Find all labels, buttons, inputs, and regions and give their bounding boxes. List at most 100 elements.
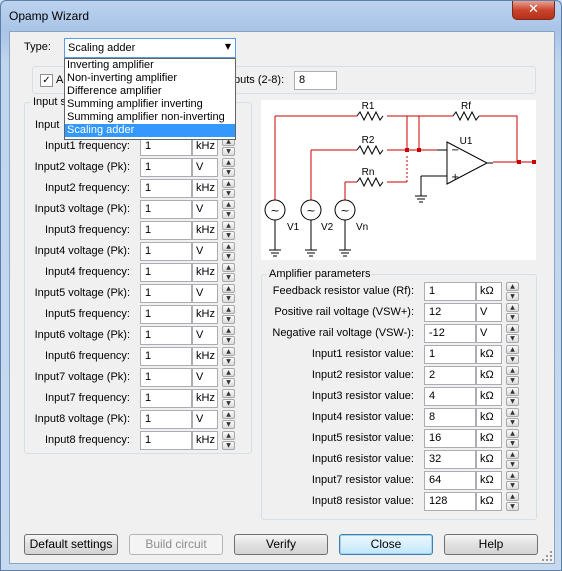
build-circuit-button[interactable]: Build circuit <box>129 534 223 555</box>
amp-row-spinner[interactable]: ▲ ▼ <box>506 450 519 469</box>
resize-grip-icon[interactable] <box>542 551 552 561</box>
spin-down-icon[interactable]: ▼ <box>506 355 519 364</box>
input-row-value-field[interactable]: 1 <box>140 431 192 450</box>
spin-up-icon[interactable]: ▲ <box>222 284 235 293</box>
input-row-unit-select[interactable]: kHz <box>192 305 218 324</box>
spin-up-icon[interactable]: ▲ <box>506 324 519 333</box>
input-row-spinner[interactable]: ▲ ▼ <box>222 200 235 219</box>
amp-row-value-field[interactable]: -12 <box>424 324 476 343</box>
input-row-unit-select[interactable]: kHz <box>192 179 218 198</box>
input-row-value-field[interactable]: 1 <box>140 242 192 261</box>
spin-up-icon[interactable]: ▲ <box>222 242 235 251</box>
input-row-value-field[interactable]: 1 <box>140 326 192 345</box>
amp-row-unit-select[interactable]: kΩ <box>476 429 502 448</box>
amp-row-unit-select[interactable]: kΩ <box>476 282 502 301</box>
input-row-value-field[interactable]: 1 <box>140 179 192 198</box>
type-combobox[interactable]: Scaling adder ▼ <box>64 38 236 58</box>
spin-up-icon[interactable]: ▲ <box>506 345 519 354</box>
title-bar[interactable]: Opamp Wizard ✕ <box>1 1 561 31</box>
input-row-unit-select[interactable]: V <box>192 200 218 219</box>
spin-up-icon[interactable]: ▲ <box>222 305 235 314</box>
input-row-unit-select[interactable]: kHz <box>192 221 218 240</box>
input-row-spinner[interactable]: ▲ ▼ <box>222 326 235 345</box>
close-button[interactable]: Close <box>339 534 433 555</box>
spin-down-icon[interactable]: ▼ <box>222 336 235 345</box>
type-option[interactable]: Inverting amplifier <box>65 59 235 72</box>
input-row-value-field[interactable]: 1 <box>140 284 192 303</box>
input-row-unit-select[interactable]: V <box>192 242 218 261</box>
amp-row-value-field[interactable]: 1 <box>424 282 476 301</box>
amp-row-spinner[interactable]: ▲ ▼ <box>506 303 519 322</box>
input-row-value-field[interactable]: 1 <box>140 158 192 177</box>
spin-down-icon[interactable]: ▼ <box>222 147 235 156</box>
amp-row-value-field[interactable]: 8 <box>424 408 476 427</box>
spin-down-icon[interactable]: ▼ <box>506 418 519 427</box>
input-row-value-field[interactable]: 1 <box>140 368 192 387</box>
type-option[interactable]: Non-inverting amplifier <box>65 72 235 85</box>
input-row-spinner[interactable]: ▲ ▼ <box>222 284 235 303</box>
spin-down-icon[interactable]: ▼ <box>506 502 519 511</box>
amp-row-spinner[interactable]: ▲ ▼ <box>506 408 519 427</box>
input-row-spinner[interactable]: ▲ ▼ <box>222 410 235 429</box>
input-row-unit-select[interactable]: kHz <box>192 431 218 450</box>
amp-row-unit-select[interactable]: V <box>476 324 502 343</box>
spin-up-icon[interactable]: ▲ <box>506 429 519 438</box>
amp-row-spinner[interactable]: ▲ ▼ <box>506 471 519 490</box>
spin-up-icon[interactable]: ▲ <box>222 389 235 398</box>
spin-down-icon[interactable]: ▼ <box>222 168 235 177</box>
amp-row-value-field[interactable]: 4 <box>424 387 476 406</box>
input-row-value-field[interactable]: 1 <box>140 221 192 240</box>
spin-down-icon[interactable]: ▼ <box>222 252 235 261</box>
input-row-unit-select[interactable]: kHz <box>192 347 218 366</box>
input-row-spinner[interactable]: ▲ ▼ <box>222 263 235 282</box>
amp-row-unit-select[interactable]: kΩ <box>476 492 502 511</box>
input-row-value-field[interactable]: 1 <box>140 410 192 429</box>
input-row-value-field[interactable]: 1 <box>140 263 192 282</box>
spin-up-icon[interactable]: ▲ <box>222 158 235 167</box>
amp-row-value-field[interactable]: 64 <box>424 471 476 490</box>
input-row-unit-select[interactable]: V <box>192 410 218 429</box>
input-row-unit-select[interactable]: kHz <box>192 263 218 282</box>
spin-down-icon[interactable]: ▼ <box>506 439 519 448</box>
input-row-value-field[interactable]: 1 <box>140 347 192 366</box>
spin-up-icon[interactable]: ▲ <box>222 221 235 230</box>
spin-up-icon[interactable]: ▲ <box>506 492 519 501</box>
spin-up-icon[interactable]: ▲ <box>222 326 235 335</box>
spin-up-icon[interactable]: ▲ <box>506 282 519 291</box>
amp-row-unit-select[interactable]: kΩ <box>476 345 502 364</box>
chevron-down-icon[interactable]: ▼ <box>225 42 231 51</box>
input-row-value-field[interactable]: 1 <box>140 305 192 324</box>
amp-row-unit-select[interactable]: V <box>476 303 502 322</box>
spin-down-icon[interactable]: ▼ <box>222 420 235 429</box>
amp-row-spinner[interactable]: ▲ ▼ <box>506 366 519 385</box>
spin-down-icon[interactable]: ▼ <box>506 460 519 469</box>
input-row-unit-select[interactable]: kHz <box>192 389 218 408</box>
spin-up-icon[interactable]: ▲ <box>506 450 519 459</box>
spin-down-icon[interactable]: ▼ <box>222 378 235 387</box>
amp-row-spinner[interactable]: ▲ ▼ <box>506 282 519 301</box>
input-row-spinner[interactable]: ▲ ▼ <box>222 221 235 240</box>
spin-up-icon[interactable]: ▲ <box>506 303 519 312</box>
spin-down-icon[interactable]: ▼ <box>222 189 235 198</box>
spin-up-icon[interactable]: ▲ <box>222 179 235 188</box>
spin-up-icon[interactable]: ▲ <box>222 200 235 209</box>
amp-row-unit-select[interactable]: kΩ <box>476 450 502 469</box>
input-row-spinner[interactable]: ▲ ▼ <box>222 368 235 387</box>
amp-row-unit-select[interactable]: kΩ <box>476 366 502 385</box>
amp-row-value-field[interactable]: 2 <box>424 366 476 385</box>
spin-up-icon[interactable]: ▲ <box>222 263 235 272</box>
inputs-count-field[interactable]: 8 <box>294 71 337 90</box>
input-row-spinner[interactable]: ▲ ▼ <box>222 305 235 324</box>
verify-button[interactable]: Verify <box>234 534 328 555</box>
input-row-unit-select[interactable]: V <box>192 326 218 345</box>
type-option[interactable]: Summing amplifier non-inverting <box>65 111 235 124</box>
amp-row-spinner[interactable]: ▲ ▼ <box>506 429 519 448</box>
checkbox[interactable]: ✓ <box>40 74 53 87</box>
input-row-unit-select[interactable]: V <box>192 284 218 303</box>
amp-row-unit-select[interactable]: kΩ <box>476 471 502 490</box>
input-row-spinner[interactable]: ▲ ▼ <box>222 242 235 261</box>
spin-down-icon[interactable]: ▼ <box>506 397 519 406</box>
spin-down-icon[interactable]: ▼ <box>222 441 235 450</box>
amp-row-spinner[interactable]: ▲ ▼ <box>506 492 519 511</box>
amp-row-unit-select[interactable]: kΩ <box>476 408 502 427</box>
